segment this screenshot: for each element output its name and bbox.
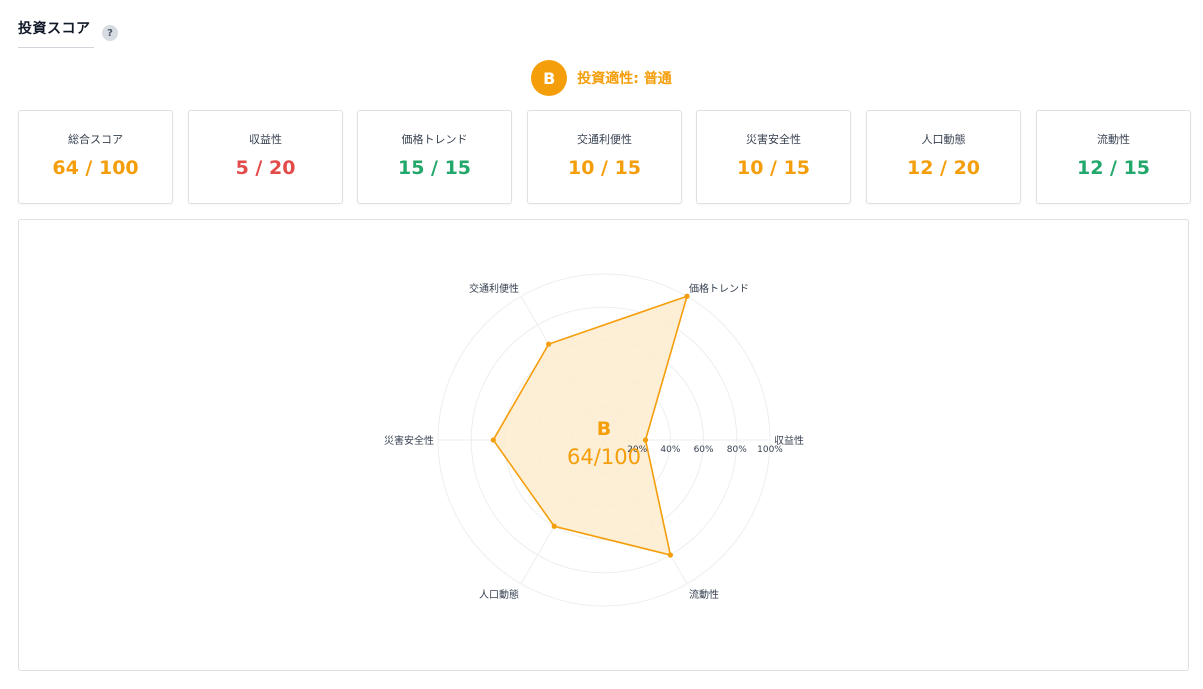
center-grade: B (597, 418, 611, 440)
score-card: 総合スコア 64 / 100 (18, 110, 173, 204)
score-card-label: 価格トレンド (401, 133, 468, 146)
radar-chart: 20% 40% 60% 80% 100%収益性価格トレンド交通利便性災害安全性人口動態流… (384, 273, 804, 607)
radar-chart-panel: 20% 40% 60% 80% 100% 収益性 価格トレンド 交通利便性 災害安全性 人口動態流… (18, 219, 1189, 671)
score-card-label: 人口動態 (921, 133, 966, 146)
axis-label: 流動性 (689, 588, 719, 601)
axis-label: 災害安全性 (384, 434, 434, 447)
grade-badge: B (531, 60, 568, 96)
score-card-label: 災害安全性 (746, 133, 801, 146)
score-card-label: 収益性 (249, 133, 282, 146)
score-card-value: 64 / 100 (52, 157, 139, 179)
section-title: 投資スコア (18, 21, 91, 37)
axis-label: 価格トレンド (689, 282, 749, 295)
score-card: 災害安全性 10 / 15 (696, 110, 851, 204)
data-point (551, 523, 557, 529)
tick-label: 80% (727, 445, 747, 455)
score-card-label: 流動性 (1097, 133, 1130, 146)
score-card-value: 15 / 15 (397, 157, 472, 179)
score-card: 流動性 12 / 15 (1036, 110, 1191, 204)
score-card-value: 12 / 20 (906, 157, 981, 179)
data-point (546, 341, 552, 347)
data-point (667, 552, 674, 558)
tick-label: 60% (694, 445, 714, 455)
tick-label: 40% (660, 445, 680, 455)
section-header: 投資スコア ? (18, 18, 118, 50)
grade-summary: B 投資適性: 普通 (0, 60, 1203, 96)
score-card-label: 交通利便性 (577, 133, 632, 146)
help-icon[interactable]: ? (102, 25, 118, 41)
score-card: 人口動態 12 / 20 (866, 110, 1021, 204)
grade-label: 投資適性: 普通 (577, 71, 672, 87)
data-point (490, 437, 496, 443)
axis-label: 人口動態 (479, 588, 519, 601)
center-score: 64/100 (567, 445, 641, 469)
score-cards: 総合スコア 64 / 100 収益性 5 / 20 価格トレンド 15 / 15 交通利便性… (18, 110, 1191, 204)
axis-label: 収益性 (774, 434, 804, 447)
score-card: 価格トレンド 15 / 15 (357, 110, 512, 204)
score-card-value: 12 / 15 (1076, 157, 1151, 179)
score-card: 収益性 5 / 20 (188, 110, 343, 204)
score-card-value: 10 / 15 (567, 157, 642, 179)
score-card: 交通利便性 10 / 15 (527, 110, 682, 204)
axis-label: 交通利便性 (469, 282, 519, 295)
title-underline (18, 47, 94, 48)
score-card-value: 5 / 20 (235, 157, 296, 179)
score-card-value: 10 / 15 (736, 157, 811, 179)
data-point (642, 437, 649, 443)
score-card-label: 総合スコア (68, 133, 123, 146)
